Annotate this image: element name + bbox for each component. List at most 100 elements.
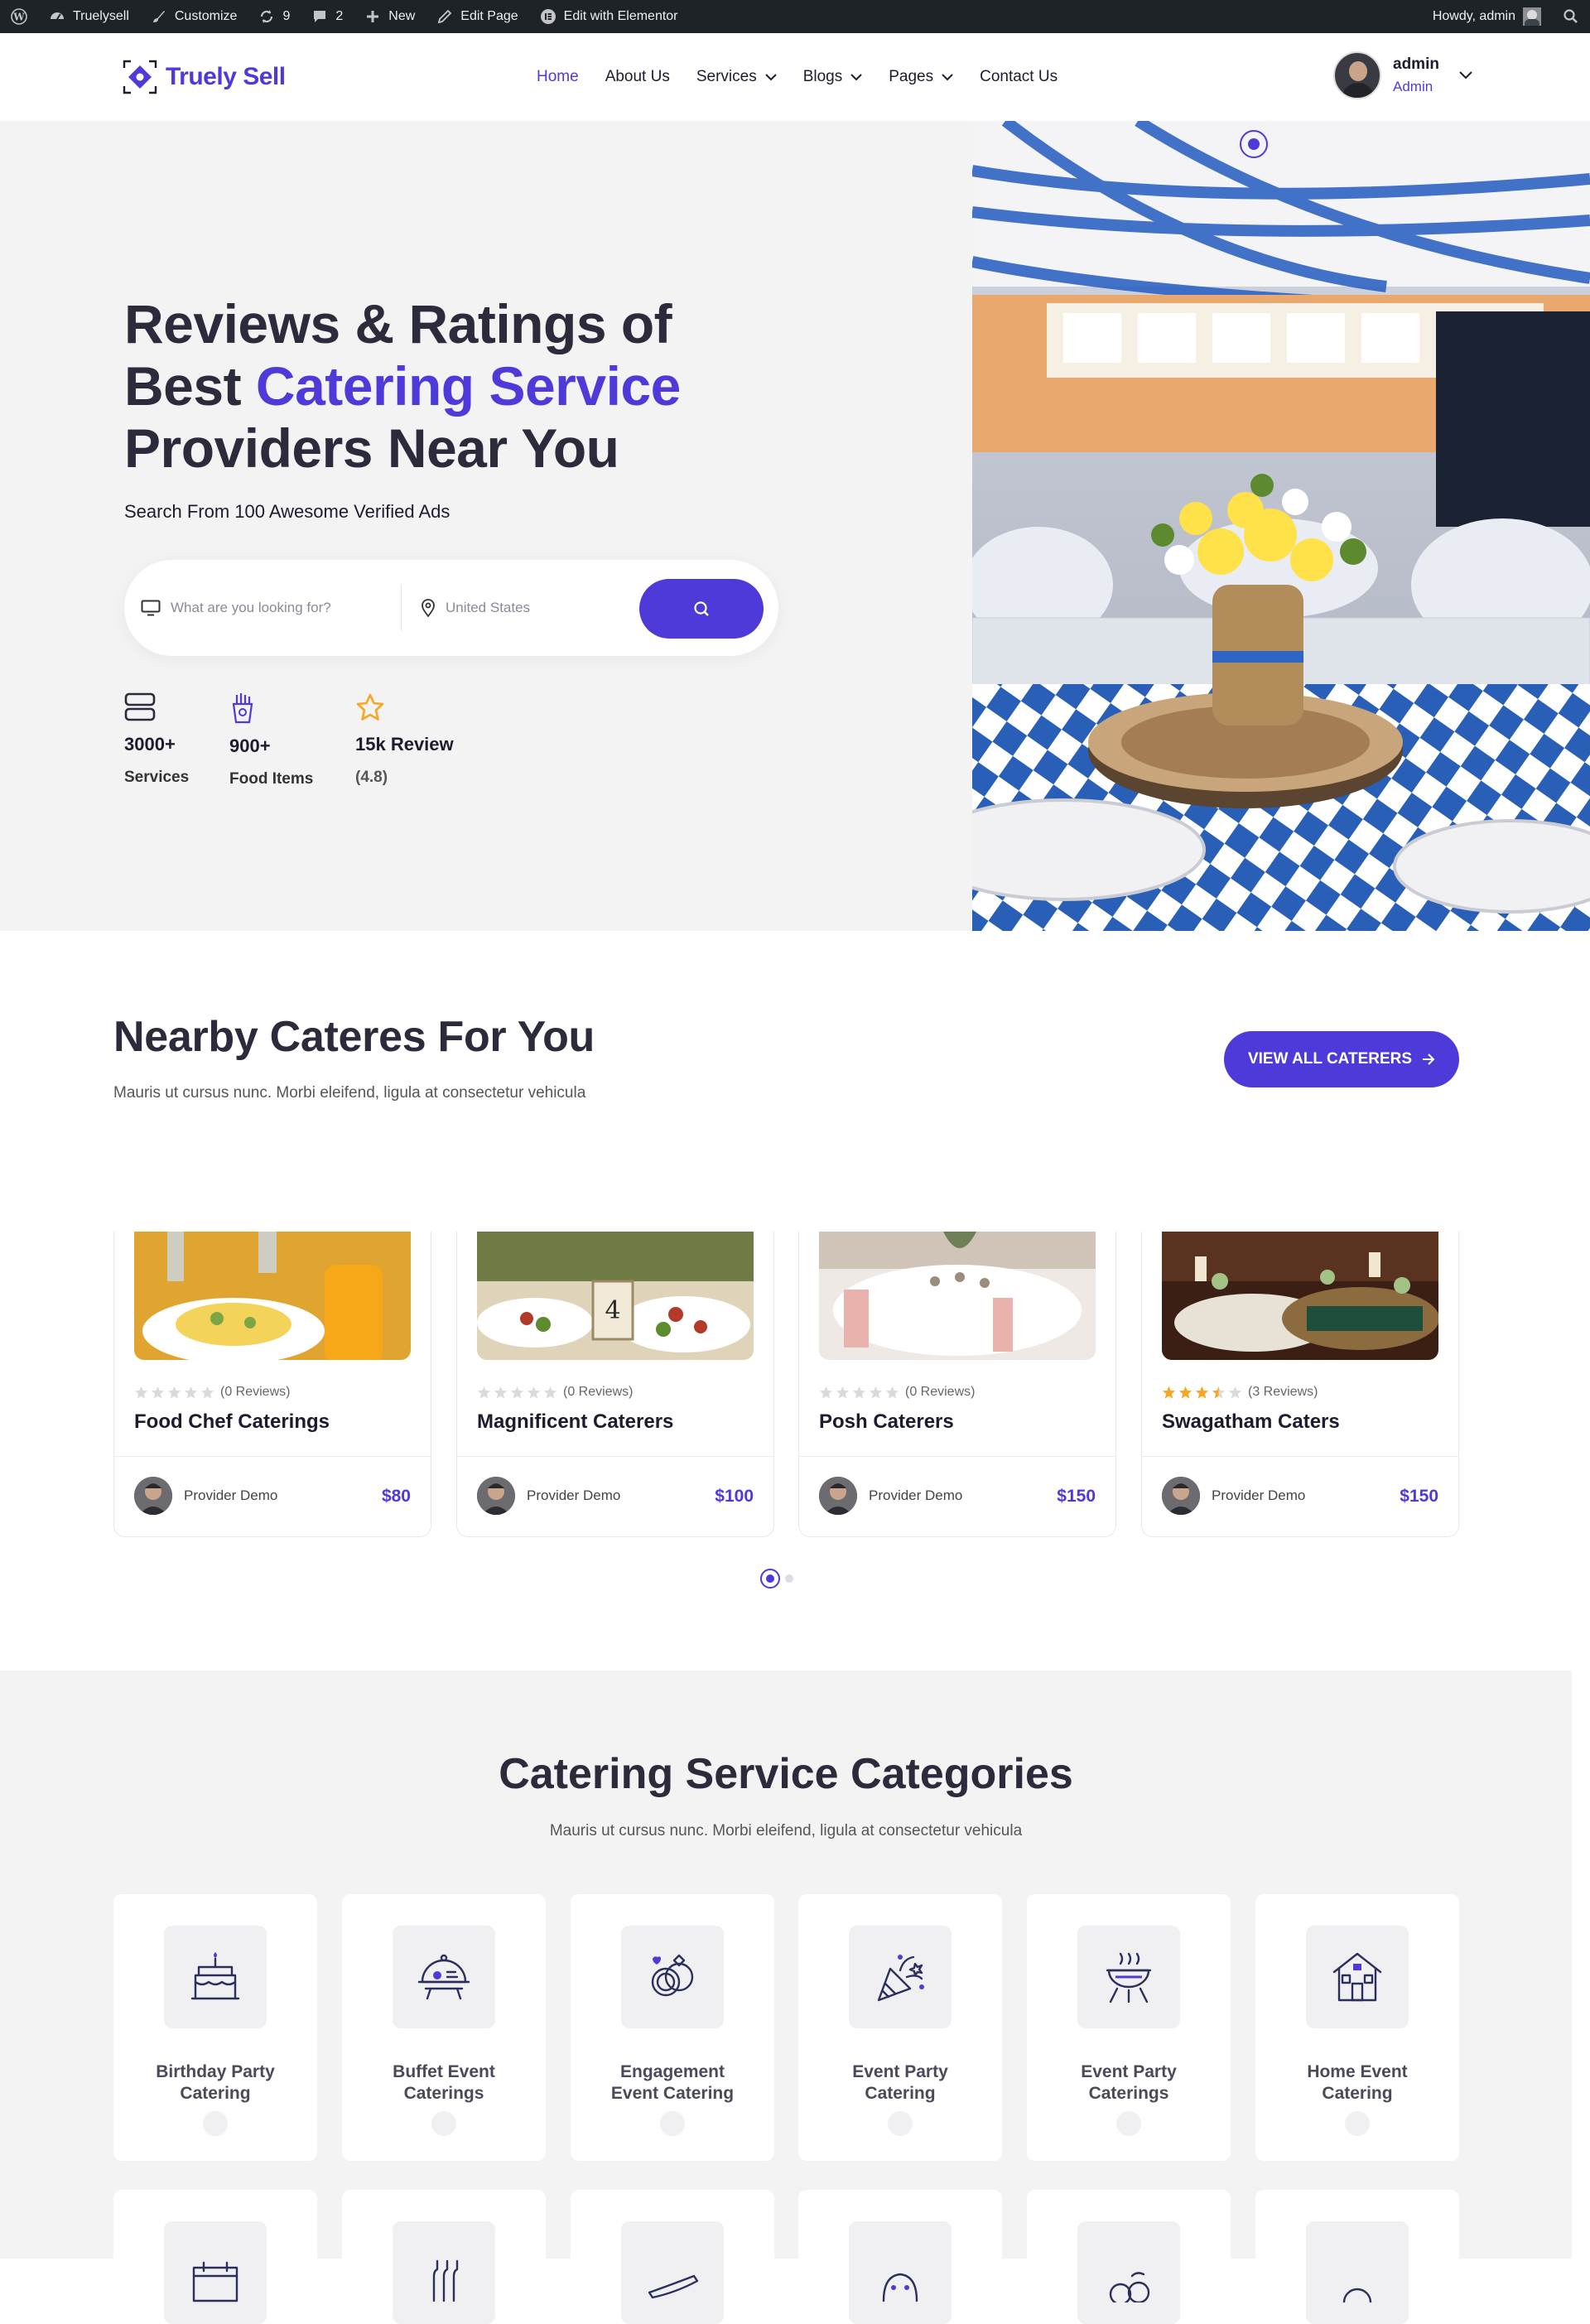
howdy-label: Howdy, admin xyxy=(1432,9,1515,23)
provider-info[interactable]: Provider Demo xyxy=(477,1477,620,1515)
category-card[interactable] xyxy=(1255,2190,1459,2324)
rating-star-icon xyxy=(134,1386,148,1399)
search-button[interactable] xyxy=(639,579,764,639)
admin-search-button[interactable] xyxy=(1552,0,1590,33)
location-input[interactable]: United States xyxy=(421,560,530,656)
updates-link[interactable]: 9 xyxy=(248,0,301,33)
category-arrow-button[interactable] xyxy=(431,2111,456,2136)
category-card[interactable]: Birthday Party Catering xyxy=(113,1894,317,2161)
category-name-line2: Catering xyxy=(180,2084,251,2103)
caterer-image[interactable] xyxy=(134,1232,411,1360)
server-icon xyxy=(124,692,189,722)
carousel-dot[interactable] xyxy=(785,1574,793,1583)
caterer-card[interactable]: (0 Reviews) Posh Caterers Provider Demo … xyxy=(798,1232,1116,1537)
caterer-title[interactable]: Swagatham Caters xyxy=(1162,1410,1340,1434)
card-divider xyxy=(799,1456,1115,1457)
category-icon-box xyxy=(1306,2221,1409,2324)
category-card[interactable]: Engagement Event Catering xyxy=(571,1894,774,2161)
hero-title-line3: Providers Near You xyxy=(124,417,619,479)
category-name: Event Party Caterings xyxy=(1035,2061,1222,2105)
hero-title: Reviews & Ratings of Best Catering Servi… xyxy=(124,293,870,480)
category-card[interactable]: Buffet Event Caterings xyxy=(342,1894,546,2161)
search-input[interactable]: What are you looking for? xyxy=(141,560,331,656)
wordpress-logo-button[interactable]: W xyxy=(0,0,38,33)
caterer-title[interactable]: Food Chef Caterings xyxy=(134,1410,330,1434)
category-card[interactable] xyxy=(342,2190,546,2324)
category-card[interactable]: Event Party Catering xyxy=(798,1894,1002,2161)
hero-section: Reviews & Ratings of Best Catering Servi… xyxy=(0,121,1590,931)
arrow-right-icon xyxy=(1422,1054,1435,1065)
category-card[interactable] xyxy=(798,2190,1002,2324)
nav-home[interactable]: Home xyxy=(537,68,579,86)
hero-image xyxy=(972,121,1590,931)
view-all-label: VIEW ALL CATERERS xyxy=(1247,1050,1413,1068)
hero-title-accent: Catering Service xyxy=(255,355,681,417)
category-name-line1: Buffet Event xyxy=(393,2062,495,2081)
card-rating: (0 Reviews) xyxy=(134,1385,290,1400)
carousel-dot-active[interactable] xyxy=(760,1569,780,1589)
category-card[interactable]: Home Event Catering xyxy=(1255,1894,1459,2161)
caterer-card[interactable]: (0 Reviews) Food Chef Caterings Provider… xyxy=(113,1232,431,1537)
stat-services: 3000+ Services xyxy=(124,692,189,787)
stat-food-items: 900+ Food Items xyxy=(229,692,313,788)
category-card[interactable]: Event Party Caterings xyxy=(1027,1894,1231,2161)
provider-avatar xyxy=(134,1477,172,1515)
category-card[interactable] xyxy=(113,2190,317,2324)
stat-reviews-label: (4.8) xyxy=(355,769,388,786)
barbecue-grill-icon xyxy=(1106,1952,1152,2003)
nav-home-label: Home xyxy=(537,68,579,85)
nav-pages[interactable]: Pages xyxy=(889,68,953,86)
nearby-title: Nearby Cateres For You xyxy=(113,1013,595,1061)
category-arrow-button[interactable] xyxy=(1116,2111,1141,2136)
provider-info[interactable]: Provider Demo xyxy=(819,1477,962,1515)
nav-contact[interactable]: Contact Us xyxy=(980,68,1058,86)
edit-elementor-link[interactable]: Edit with Elementor xyxy=(529,0,689,33)
category-arrow-button[interactable] xyxy=(1345,2111,1370,2136)
location-placeholder: United States xyxy=(446,600,531,615)
search-placeholder: What are you looking for? xyxy=(171,600,331,615)
nav-services-label: Services xyxy=(696,68,757,85)
site-name-link[interactable]: Truelysell xyxy=(38,0,140,33)
category-arrow-button[interactable] xyxy=(660,2111,685,2136)
caterer-image[interactable] xyxy=(819,1232,1096,1360)
nav-about[interactable]: About Us xyxy=(605,68,670,86)
user-menu[interactable]: admin Admin xyxy=(1333,51,1472,99)
user-name: admin xyxy=(1393,55,1439,73)
provider-info[interactable]: Provider Demo xyxy=(1162,1477,1305,1515)
nav-pages-label: Pages xyxy=(889,68,934,85)
customize-link[interactable]: Customize xyxy=(140,0,248,33)
card-divider xyxy=(1142,1456,1458,1457)
view-all-caterers-button[interactable]: VIEW ALL CATERERS xyxy=(1224,1031,1459,1087)
stat-food-value: 900+ xyxy=(229,735,271,756)
category-card[interactable] xyxy=(571,2190,774,2324)
house-icon xyxy=(1332,1952,1382,2002)
stat-food-label: Food Items xyxy=(229,770,314,788)
chevron-down-icon xyxy=(850,73,862,81)
category-arrow-button[interactable] xyxy=(888,2111,913,2136)
comments-link[interactable]: 2 xyxy=(301,0,354,33)
nav-blogs[interactable]: Blogs xyxy=(803,68,863,86)
edit-page-link[interactable]: Edit Page xyxy=(426,0,528,33)
caterer-title[interactable]: Magnificent Caterers xyxy=(477,1410,673,1434)
provider-info[interactable]: Provider Demo xyxy=(134,1477,277,1515)
hero-subtitle: Search From 100 Awesome Verified Ads xyxy=(124,501,450,522)
category-icon-box xyxy=(393,2221,495,2324)
caterer-card[interactable]: 4 (0 Reviews) Magnificent Caterers Provi… xyxy=(456,1232,774,1537)
chevron-down-icon xyxy=(764,73,777,81)
price: $150 xyxy=(1400,1487,1438,1506)
category-card[interactable] xyxy=(1027,2190,1231,2324)
caterer-card[interactable]: (3 Reviews) Swagatham Caters Provider De… xyxy=(1141,1232,1459,1537)
rating-star-icon xyxy=(1162,1386,1176,1399)
card-rating: (0 Reviews) xyxy=(477,1385,633,1400)
caterer-image[interactable] xyxy=(1162,1232,1438,1360)
caterer-image[interactable]: 4 xyxy=(477,1232,754,1360)
my-account-link[interactable]: Howdy, admin xyxy=(1422,0,1552,33)
new-content-link[interactable]: New xyxy=(354,0,426,33)
caterer-title[interactable]: Posh Caterers xyxy=(819,1410,954,1434)
rating-star-icon xyxy=(167,1386,181,1399)
category-arrow-button[interactable] xyxy=(203,2111,228,2136)
site-logo[interactable]: Truely Sell xyxy=(123,60,286,94)
nav-services[interactable]: Services xyxy=(696,68,777,86)
hero-title-best: Best xyxy=(124,355,242,417)
rating-star-icon xyxy=(527,1386,541,1399)
